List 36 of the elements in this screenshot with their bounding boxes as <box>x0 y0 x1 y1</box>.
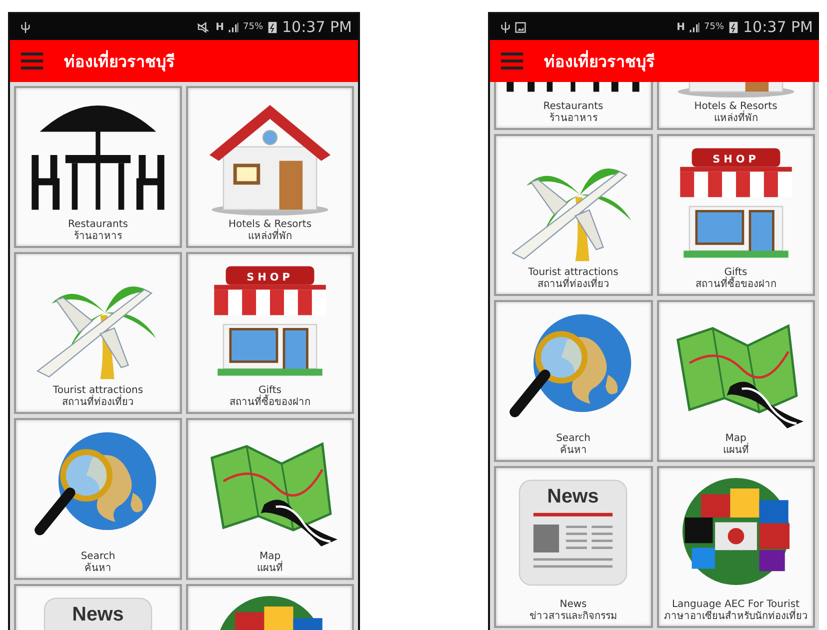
battery-percent: 75% <box>704 22 724 32</box>
signal-icon <box>689 20 700 34</box>
battery-icon <box>267 20 278 34</box>
category-tile[interactable]: Hotels & Resorts แหล่งที่พัก <box>186 86 354 248</box>
category-tile[interactable]: Search ค้นหา <box>494 300 652 462</box>
app-title: ท่องเที่ยวราชบุรี <box>64 49 175 74</box>
signal-icon <box>228 20 239 34</box>
category-tile[interactable]: Map แผนที่ <box>656 300 815 462</box>
newspaper-title: News <box>72 603 124 626</box>
network-type: H <box>216 22 224 32</box>
shop-sign: SHOP <box>246 271 294 284</box>
category-tile[interactable]: Tourist attractions สถานที่ท่องเที่ยว <box>14 252 182 414</box>
usb-icon <box>20 20 31 34</box>
clock-time: 10:37 PM <box>282 18 352 36</box>
category-tile[interactable]: Hotels & Resorts แหล่งที่พัก <box>656 82 815 130</box>
image-icon <box>515 20 526 34</box>
category-tile[interactable]: SHOP Gifts สถานที่ซื้อของฝาก <box>186 252 354 414</box>
clock-time: 10:37 PM <box>743 18 813 36</box>
usb-icon <box>500 20 511 34</box>
shop-sign: SHOP <box>712 153 760 166</box>
network-type: H <box>676 22 685 32</box>
category-tile[interactable]: SHOP Gifts สถานที่ซื้อของฝาก <box>656 134 815 296</box>
category-tile[interactable]: Map แผนที่ <box>186 418 354 580</box>
menu-icon[interactable] <box>20 52 44 70</box>
category-tile[interactable]: Language AEC For Tourist ภาษาอาเซียนสำหรับนักท่องเที่ยว <box>656 466 815 628</box>
category-tile[interactable]: News <box>14 584 182 630</box>
category-tile[interactable]: Tourist attractions สถานที่ท่องเที่ยว <box>494 134 652 296</box>
category-tile[interactable]: Restaurants ร้านอาหาร <box>494 82 652 130</box>
category-tile[interactable]: Restaurants ร้านอาหาร <box>14 86 182 248</box>
battery-icon <box>728 20 740 34</box>
menu-icon[interactable] <box>500 52 524 70</box>
category-tile[interactable]: News News ข่าวสารและกิจกรรม <box>494 466 652 628</box>
battery-percent: 75% <box>243 22 264 32</box>
newspaper-title: News <box>547 485 600 508</box>
app-title: ท่องเที่ยวราชบุรี <box>544 49 655 74</box>
category-tile[interactable]: Search ค้นหา <box>14 418 182 580</box>
